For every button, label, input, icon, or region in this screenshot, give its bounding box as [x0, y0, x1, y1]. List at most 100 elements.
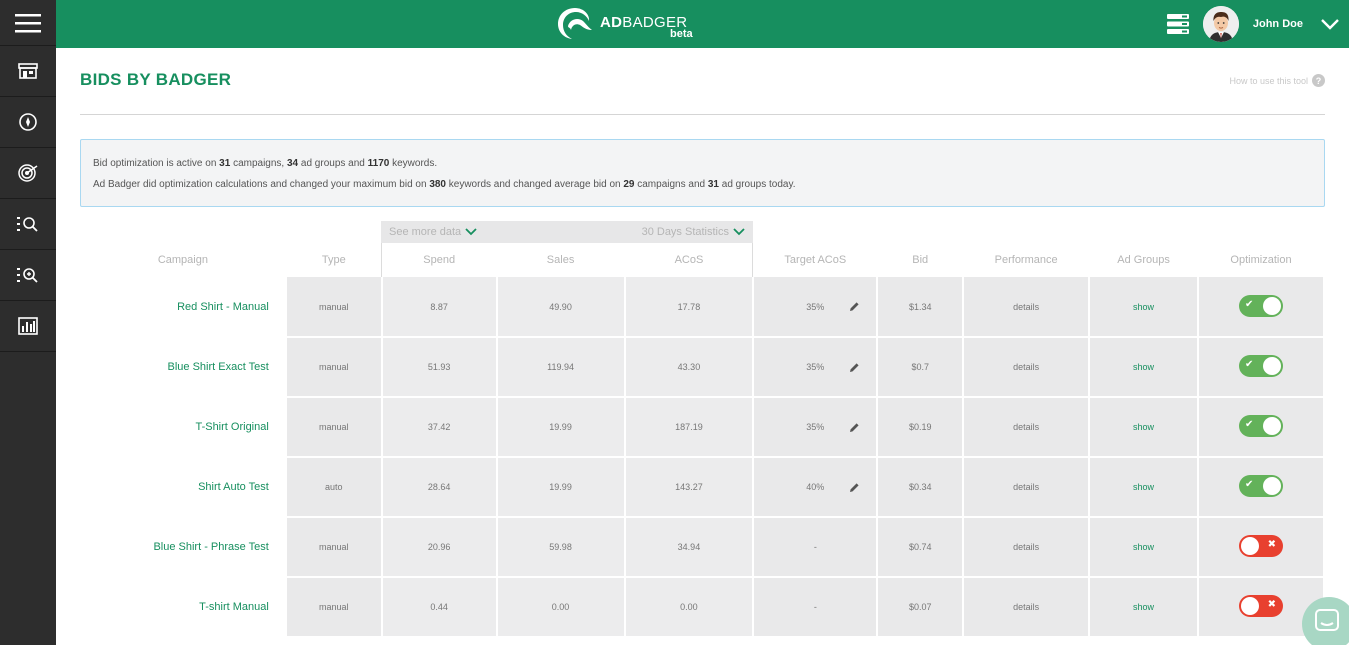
target-acos-value: - [753, 517, 879, 578]
spend-value: 28.64 [381, 457, 498, 518]
spend-value: 51.93 [381, 337, 498, 398]
see-more-data-dropdown[interactable]: See more data [389, 226, 477, 238]
list-search-icon [17, 217, 38, 232]
bid-value: $0.34 [877, 457, 965, 518]
campaign-name[interactable]: T-shirt Manual [80, 577, 287, 638]
chevron-down-icon [733, 228, 745, 236]
chat-button[interactable] [1302, 597, 1349, 645]
spend-value: 20.96 [381, 517, 498, 578]
col-header-campaign: Campaign [157, 254, 208, 266]
table-row: Shirt Auto Test auto 28.64 19.99 143.27 … [80, 457, 1325, 518]
table-row: T-Shirt Original manual 37.42 19.99 187.… [80, 397, 1325, 458]
performance-details-link[interactable]: details [963, 277, 1091, 338]
ad-groups-show-link[interactable]: show [1089, 457, 1199, 518]
pencil-icon[interactable] [849, 422, 860, 433]
bid-value: $0.07 [877, 577, 965, 638]
campaign-type: auto [285, 457, 383, 518]
sidebar [0, 0, 56, 645]
campaign-type: manual [285, 577, 383, 638]
optimization-toggle[interactable]: ✔ [1239, 294, 1283, 317]
pencil-icon[interactable] [849, 301, 860, 312]
ad-groups-show-link[interactable]: show [1089, 397, 1199, 458]
compass-icon [19, 113, 37, 131]
title-divider [80, 114, 1325, 115]
acos-value: 143.27 [624, 457, 755, 518]
help-link[interactable]: How to use this tool ? [1229, 74, 1325, 87]
campaign-name[interactable]: Red Shirt - Manual [80, 277, 287, 338]
spend-value: 0.44 [381, 577, 498, 638]
performance-details-link[interactable]: details [963, 517, 1091, 578]
col-header-spend[interactable]: Spend [382, 243, 497, 277]
campaign-name[interactable]: T-Shirt Original [80, 397, 287, 458]
target-acos-cell: 35% [753, 277, 879, 338]
campaign-name[interactable]: Blue Shirt - Phrase Test [80, 517, 287, 578]
campaign-type: manual [285, 397, 383, 458]
check-icon: ✔ [1245, 419, 1254, 430]
sidebar-item-explore[interactable] [0, 97, 56, 148]
campaigns-table: Campaign Type Spend Sales ACoS Target AC… [80, 243, 1325, 638]
info-box: Bid optimization is active on 31 campaig… [80, 139, 1325, 207]
sales-value: 59.98 [496, 517, 626, 578]
campaign-type: manual [285, 517, 383, 578]
sidebar-item-keyword-search[interactable] [0, 199, 56, 250]
optimization-toggle[interactable]: ✔ [1239, 415, 1283, 437]
server-icon[interactable] [1166, 14, 1189, 34]
sales-value: 49.90 [496, 277, 626, 338]
sidebar-item-store[interactable] [0, 46, 56, 97]
info-line-2: Ad Badger did optimization calculations … [93, 179, 796, 190]
question-icon[interactable]: ? [1312, 74, 1325, 87]
sidebar-menu-toggle[interactable] [0, 0, 56, 46]
target-acos-cell: 35% [753, 397, 879, 458]
close-icon: ✖ [1267, 539, 1276, 550]
ad-groups-show-link[interactable]: show [1089, 517, 1199, 578]
sales-value: 119.94 [496, 337, 626, 398]
ad-groups-show-link[interactable]: show [1089, 577, 1199, 638]
acos-value: 187.19 [624, 397, 755, 458]
avatar[interactable] [1202, 6, 1239, 42]
performance-details-link[interactable]: details [963, 397, 1091, 458]
table-row: Blue Shirt Exact Test manual 51.93 119.9… [80, 337, 1325, 398]
col-header-performance: Performance [994, 254, 1058, 266]
spend-value: 8.87 [381, 277, 498, 338]
chevron-down-icon[interactable] [1321, 18, 1339, 30]
user-name[interactable]: John Doe [1253, 18, 1303, 30]
col-header-optimization: Optimization [1230, 254, 1292, 266]
check-icon: ✔ [1245, 298, 1254, 310]
campaign-name[interactable]: Blue Shirt Exact Test [80, 337, 287, 398]
pencil-icon[interactable] [849, 362, 860, 373]
store-icon [18, 63, 38, 79]
ad-groups-show-link[interactable]: show [1089, 337, 1199, 398]
optimization-cell: ✔ [1198, 337, 1325, 398]
pencil-icon[interactable] [849, 482, 860, 493]
optimization-toggle[interactable]: ✖ [1239, 595, 1283, 617]
campaign-type: manual [285, 337, 383, 398]
sidebar-item-keyword-zoom[interactable] [0, 250, 56, 301]
optimization-cell: ✔ [1198, 397, 1325, 458]
optimization-toggle[interactable]: ✖ [1239, 535, 1283, 557]
sidebar-item-targeting[interactable] [0, 148, 56, 199]
performance-details-link[interactable]: details [963, 457, 1091, 518]
sales-value: 19.99 [496, 457, 626, 518]
app-logo[interactable]: ADBADGER beta [556, 6, 700, 40]
performance-details-link[interactable]: details [963, 577, 1091, 638]
acos-value: 43.30 [624, 337, 755, 398]
help-link-text[interactable]: How to use this tool [1229, 76, 1308, 86]
page-title: BIDS BY BADGER [80, 70, 232, 89]
col-header-acos[interactable]: ACoS [625, 243, 754, 277]
col-header-ad-groups: Ad Groups [1117, 254, 1170, 266]
statistics-period-dropdown[interactable]: 30 Days Statistics [642, 226, 745, 238]
col-header-sales[interactable]: Sales [497, 243, 625, 277]
check-icon: ✔ [1245, 359, 1254, 370]
table-row: Blue Shirt - Phrase Test manual 20.96 59… [80, 517, 1325, 578]
check-icon: ✔ [1245, 479, 1254, 490]
optimization-toggle[interactable]: ✔ [1239, 355, 1283, 377]
sidebar-item-reports[interactable] [0, 301, 56, 352]
performance-details-link[interactable]: details [963, 337, 1091, 398]
campaign-name[interactable]: Shirt Auto Test [80, 457, 287, 518]
list-zoom-icon [17, 268, 38, 283]
optimization-cell: ✔ [1198, 457, 1325, 518]
optimization-toggle[interactable]: ✔ [1239, 475, 1283, 497]
ad-groups-show-link[interactable]: show [1089, 277, 1199, 338]
col-header-target-acos: Target ACoS [784, 254, 847, 266]
bid-value: $1.34 [877, 277, 965, 338]
